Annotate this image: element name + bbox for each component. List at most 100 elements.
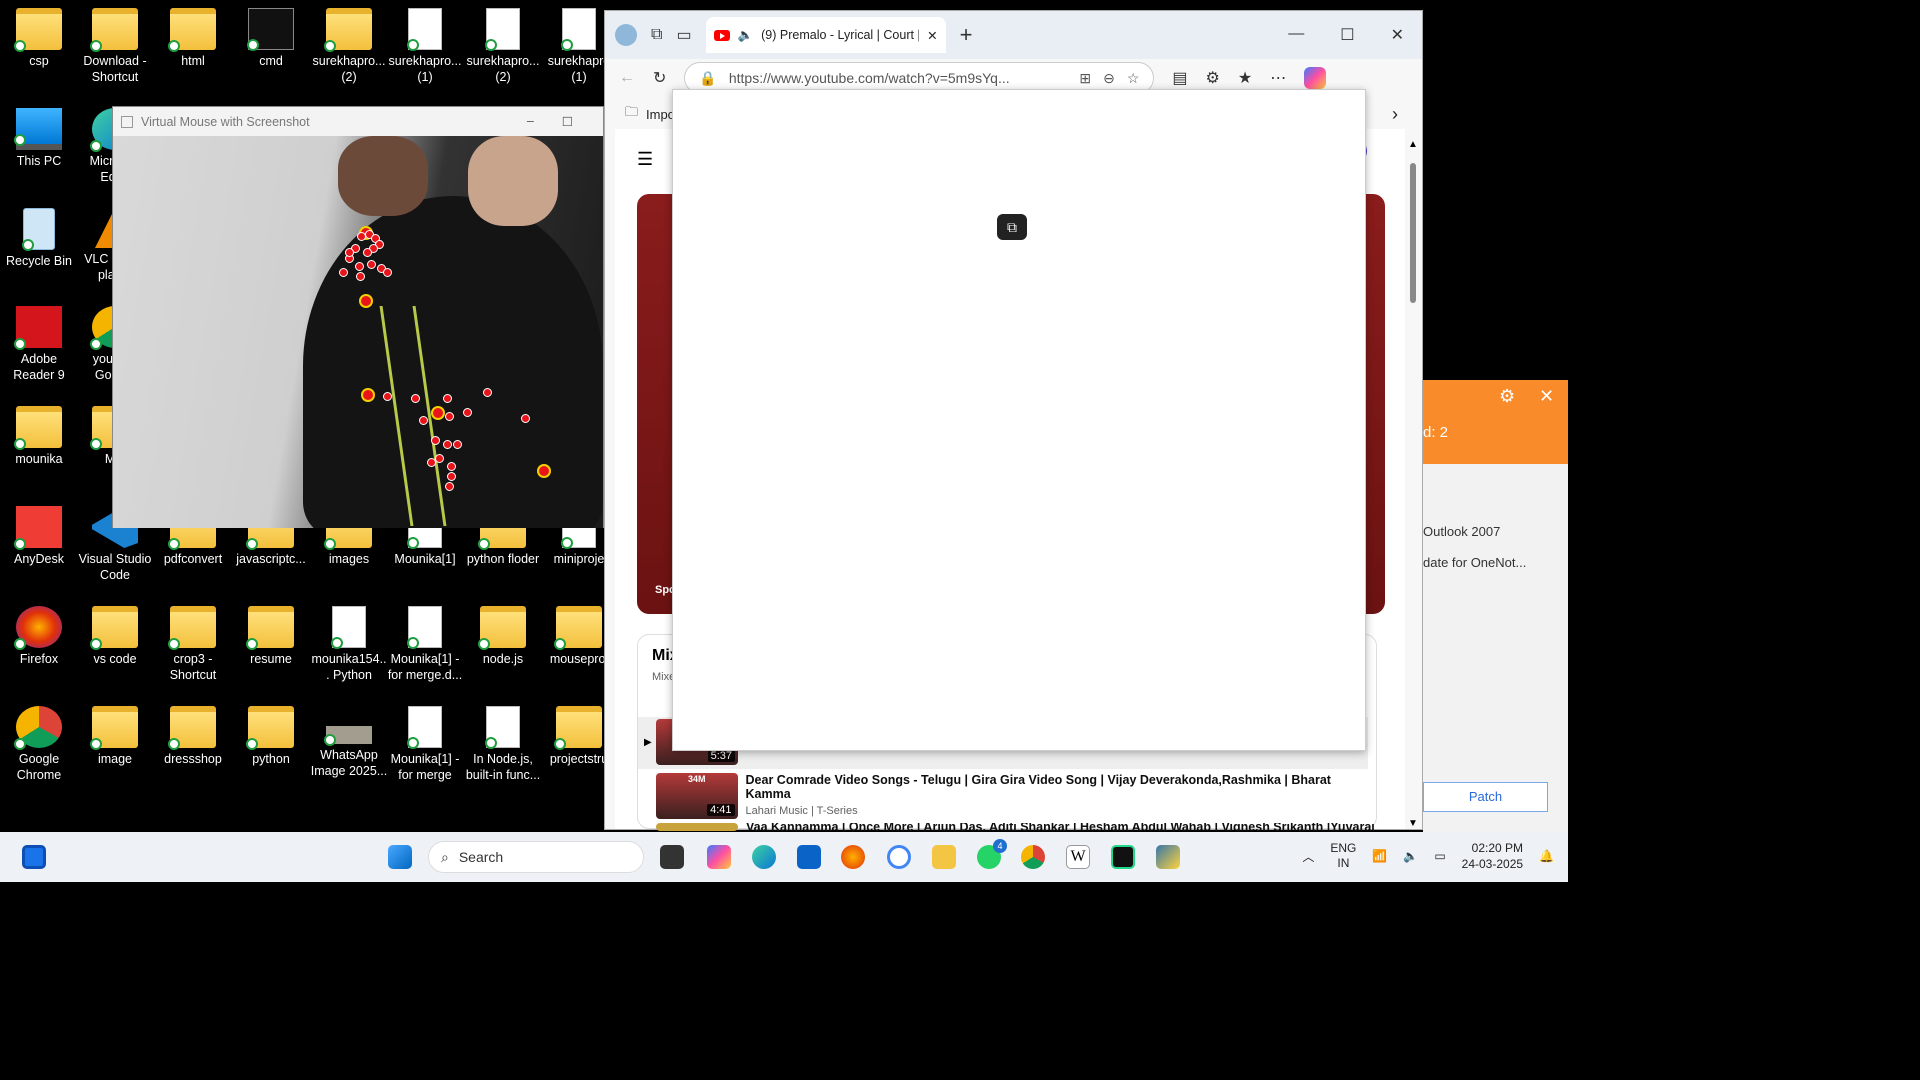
desktop-icon-anydesk[interactable]: AnyDesk xyxy=(0,506,78,567)
vm-maximize-button[interactable]: ☐ xyxy=(562,114,573,129)
favorite-star-icon[interactable]: ☆ xyxy=(1127,70,1140,87)
virtual-mouse-window[interactable]: Virtual Mouse with Screenshot – ☐ xyxy=(112,106,604,528)
copilot-icon[interactable] xyxy=(1304,67,1327,89)
desktop-icon-doc[interactable]: Mounika[1] - for merge.d... xyxy=(386,606,464,683)
widgets-icon[interactable] xyxy=(22,845,46,869)
wikipedia-taskbar-icon[interactable]: W xyxy=(1066,845,1090,869)
favorites-item[interactable]: Impo xyxy=(646,107,675,122)
desktop-icon-firefox[interactable]: Firefox xyxy=(0,606,78,667)
folder-icon xyxy=(90,606,138,650)
desktop-icon-doc[interactable]: surekhapro... (2) xyxy=(464,8,542,85)
folder-icon xyxy=(168,706,216,750)
desktop-icon-folder[interactable]: surekhapro... (2) xyxy=(310,8,388,85)
firefox-taskbar-icon[interactable] xyxy=(841,845,865,869)
desktop-icon-folder[interactable]: Download - Shortcut xyxy=(76,8,154,85)
notifications-icon[interactable]: 🔔 xyxy=(1539,849,1554,863)
playing-indicator-icon: ▶ xyxy=(644,737,652,748)
desktop-icon-folder[interactable]: image xyxy=(76,706,154,767)
copilot-taskbar-icon[interactable] xyxy=(707,845,731,869)
zoom-icon[interactable]: ⊖ xyxy=(1103,70,1115,87)
edge-taskbar-icon[interactable] xyxy=(752,845,776,869)
desktop-icon-image[interactable]: WhatsApp Image 2025... xyxy=(310,706,388,779)
start-button[interactable] xyxy=(388,845,412,869)
tab-close-button[interactable]: ✕ xyxy=(927,28,937,43)
pc-icon xyxy=(14,108,62,150)
desktop-icon-folder[interactable]: vs code xyxy=(76,606,154,667)
sync-status-icon xyxy=(22,239,34,251)
desktop-icon-folder[interactable]: python xyxy=(232,706,310,767)
desktop-icon-folder[interactable]: html xyxy=(154,8,232,69)
volume-icon[interactable]: 🔈 xyxy=(1403,849,1418,863)
desktop-icon-doc[interactable]: mounika154... Python xyxy=(310,606,388,683)
desktop-icon-doc[interactable]: Mounika[1] - for merge xyxy=(386,706,464,783)
hamburger-menu-icon[interactable]: ☰ xyxy=(637,149,653,170)
sync-status-icon xyxy=(90,738,102,750)
hand-landmark-point xyxy=(431,436,440,445)
desktop-icon-doc[interactable]: In Node.js, built-in func... xyxy=(464,706,542,783)
speaker-icon[interactable]: 🔈 xyxy=(738,28,754,43)
file-explorer-icon[interactable] xyxy=(932,845,956,869)
scrollbar-thumb[interactable] xyxy=(1410,163,1416,303)
desktop-icon-adobe[interactable]: Adobe Reader 9 xyxy=(0,306,78,383)
hand-landmark-point xyxy=(447,462,456,471)
settings-gear-icon[interactable]: ⚙ xyxy=(1499,386,1515,407)
hand-landmark-point xyxy=(445,412,454,421)
desktop-icon-folder[interactable]: mounika xyxy=(0,406,78,467)
task-view-icon[interactable] xyxy=(660,845,684,869)
taskbar-search[interactable]: ⌕ Search xyxy=(428,841,644,873)
desktop-icon-pc[interactable]: This PC xyxy=(0,108,78,169)
patch-button[interactable]: Patch xyxy=(1423,782,1548,812)
desktop-icon-cmd[interactable]: cmd xyxy=(232,8,310,69)
chevron-up-icon[interactable]: ︿ xyxy=(1302,848,1314,865)
language-indicator[interactable]: ENG IN xyxy=(1330,841,1356,871)
browser-maximize-button[interactable]: ☐ xyxy=(1340,25,1354,45)
exit-fullscreen-icon[interactable]: ⧉ xyxy=(997,214,1027,240)
desktop-icon-folder[interactable]: crop3 - Shortcut xyxy=(154,606,232,683)
page-scrollbar[interactable]: ▲ ▼ xyxy=(1408,139,1418,829)
desktop-icon-folder[interactable]: dressshop xyxy=(154,706,232,767)
sync-status-icon xyxy=(407,637,419,649)
playlist-video-row[interactable]: 4:41 34M Dear Comrade Video Songs - Telu… xyxy=(656,773,1376,819)
vm-minimize-button[interactable]: – xyxy=(527,114,534,129)
chrome-taskbar-icon[interactable] xyxy=(1021,845,1045,869)
whatsapp-taskbar-icon[interactable]: 4 xyxy=(977,839,1007,869)
new-tab-button[interactable]: + xyxy=(960,22,973,48)
video-title: Dear Comrade Video Songs - Telugu | Gira… xyxy=(745,773,1331,801)
app-available-icon[interactable]: ⊞ xyxy=(1079,70,1091,87)
desktop-icon-bin[interactable]: Recycle Bin xyxy=(0,208,78,269)
favorites-more-chevron-icon[interactable]: › xyxy=(1392,104,1398,125)
clock[interactable]: 02:20 PM 24-03-2025 xyxy=(1462,840,1523,872)
battery-icon[interactable]: ▭ xyxy=(1434,849,1445,863)
tab-youtube[interactable]: 🔈 (9) Premalo - Lyrical | Court | ✕ xyxy=(705,17,946,53)
hand-landmark-point xyxy=(355,262,364,271)
extensions-icon[interactable]: ⚙ xyxy=(1206,68,1220,88)
workspaces-icon[interactable]: ⧉ xyxy=(651,26,662,44)
reading-view-icon[interactable]: ▤ xyxy=(1172,68,1187,88)
browser-minimize-button[interactable]: — xyxy=(1288,25,1304,45)
popup-overlay-window[interactable]: ⧉ xyxy=(672,89,1366,751)
outlook-taskbar-icon[interactable] xyxy=(797,845,821,869)
browser-close-button[interactable]: ✕ xyxy=(1391,25,1404,45)
sync-status-icon xyxy=(407,39,419,51)
refresh-icon[interactable]: ↻ xyxy=(653,68,666,88)
desktop-icon-folder[interactable]: resume xyxy=(232,606,310,667)
more-menu-icon[interactable]: ⋯ xyxy=(1270,68,1286,88)
python-taskbar-icon[interactable] xyxy=(1156,845,1180,869)
playlist-video-row[interactable]: Vaa Kannamma | Once More | Arjun Das, Ad… xyxy=(656,823,1375,831)
vertical-tabs-icon[interactable]: ▭ xyxy=(676,25,691,45)
vm-titlebar[interactable]: Virtual Mouse with Screenshot – ☐ xyxy=(113,107,603,136)
profile-avatar[interactable] xyxy=(615,24,637,46)
desktop-icon-doc[interactable]: surekhapro... (1) xyxy=(386,8,464,85)
desktop-icon-label: This PC xyxy=(16,154,62,168)
sync-status-icon xyxy=(14,438,26,450)
desktop-icon-folder[interactable]: node.js xyxy=(464,606,542,667)
side-panel-close-icon[interactable]: ✕ xyxy=(1539,386,1554,407)
desktop-icon-folder[interactable]: csp xyxy=(0,8,78,69)
pycharm-taskbar-icon[interactable] xyxy=(1111,845,1135,869)
google-taskbar-icon[interactable] xyxy=(887,845,911,869)
desktop-icon-chrome[interactable]: Google Chrome xyxy=(0,706,78,783)
wifi-icon[interactable]: 📶 xyxy=(1372,849,1387,863)
favorites-icon[interactable]: ★ xyxy=(1238,68,1252,88)
back-arrow-icon[interactable]: ← xyxy=(619,69,635,87)
hand-landmark-point xyxy=(521,414,530,423)
